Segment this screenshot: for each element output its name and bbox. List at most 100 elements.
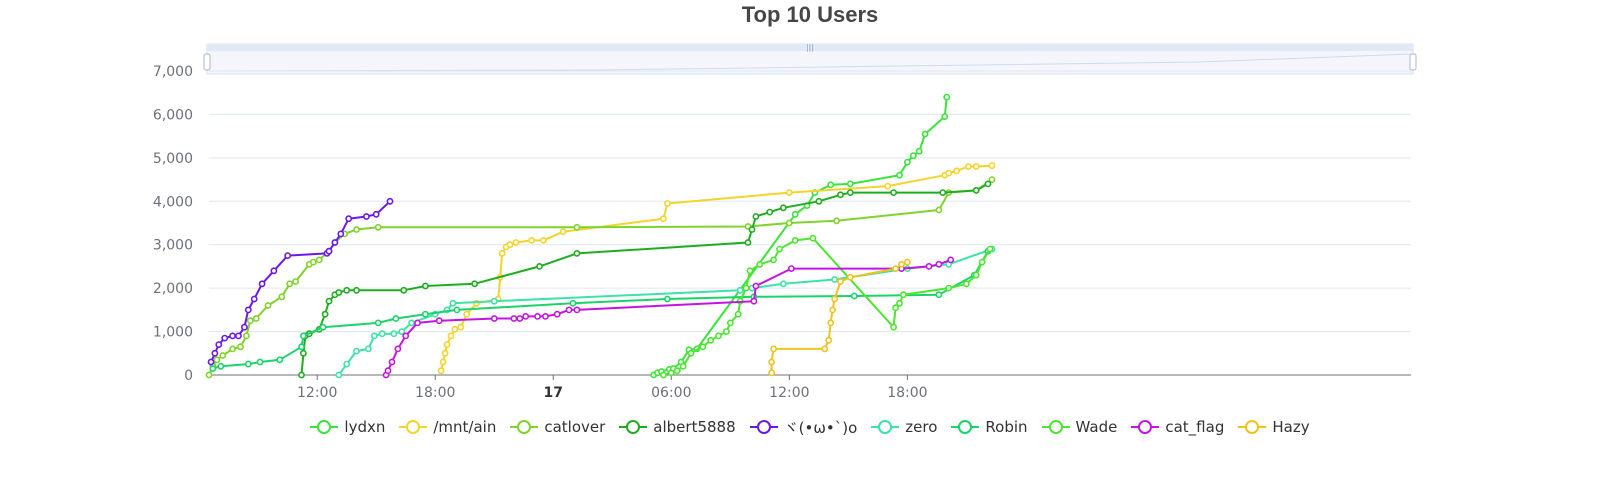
data-point[interactable]	[439, 358, 447, 366]
data-point[interactable]	[829, 306, 836, 314]
data-point[interactable]	[394, 345, 402, 353]
data-point[interactable]	[947, 256, 955, 264]
data-point[interactable]	[715, 332, 722, 340]
data-point[interactable]	[400, 286, 408, 294]
data-point[interactable]	[963, 280, 970, 288]
data-point[interactable]	[528, 236, 535, 244]
data-point[interactable]	[569, 299, 577, 307]
data-point[interactable]	[390, 330, 398, 338]
data-point[interactable]	[217, 362, 225, 370]
data-point[interactable]	[890, 323, 897, 331]
data-point[interactable]	[388, 358, 396, 366]
data-point[interactable]	[573, 306, 581, 314]
data-point[interactable]	[972, 271, 980, 279]
data-point[interactable]	[536, 262, 543, 270]
data-point[interactable]	[978, 258, 986, 266]
data-point[interactable]	[921, 130, 929, 138]
data-point[interactable]	[984, 180, 992, 188]
data-point[interactable]	[252, 315, 260, 322]
series-line[interactable]	[385, 258, 952, 376]
data-point[interactable]	[660, 215, 667, 223]
data-point[interactable]	[219, 352, 227, 359]
data-point[interactable]	[510, 315, 518, 322]
data-point[interactable]	[270, 267, 278, 275]
data-point[interactable]	[915, 147, 923, 155]
legend-item[interactable]: albert5888	[619, 418, 736, 436]
data-point[interactable]	[392, 315, 400, 322]
data-point[interactable]	[935, 291, 943, 299]
data-point[interactable]	[209, 365, 217, 372]
data-point[interactable]	[559, 228, 567, 236]
data-point[interactable]	[664, 200, 671, 207]
data-point[interactable]	[522, 312, 530, 320]
data-point[interactable]	[837, 191, 844, 199]
data-point[interactable]	[736, 286, 744, 294]
data-point[interactable]	[768, 369, 775, 377]
data-point[interactable]	[240, 323, 248, 331]
data-point[interactable]	[278, 293, 286, 301]
data-point[interactable]	[573, 249, 581, 257]
data-point[interactable]	[667, 369, 675, 377]
data-point[interactable]	[898, 260, 905, 268]
data-point[interactable]	[205, 371, 213, 379]
data-point[interactable]	[831, 276, 838, 283]
data-point[interactable]	[421, 310, 429, 318]
data-point[interactable]	[752, 213, 760, 220]
data-point[interactable]	[780, 204, 787, 212]
data-point[interactable]	[451, 325, 459, 333]
data-point[interactable]	[752, 282, 760, 290]
data-point[interactable]	[825, 336, 833, 344]
data-point[interactable]	[331, 239, 339, 246]
data-point[interactable]	[542, 312, 549, 320]
data-point[interactable]	[335, 289, 343, 296]
data-point[interactable]	[787, 265, 795, 272]
data-point[interactable]	[664, 295, 671, 303]
legend-item[interactable]: lydxn	[310, 418, 385, 436]
data-point[interactable]	[463, 310, 471, 318]
data-point[interactable]	[345, 215, 353, 223]
data-point[interactable]	[421, 282, 429, 290]
data-point[interactable]	[707, 336, 715, 344]
legend-item[interactable]: Wade	[1041, 418, 1117, 436]
data-point[interactable]	[292, 278, 299, 285]
datazoom-move-grip[interactable]: |||	[806, 43, 814, 52]
data-point[interactable]	[372, 210, 380, 218]
data-point[interactable]	[687, 349, 695, 357]
data-point[interactable]	[988, 162, 996, 170]
data-point[interactable]	[453, 306, 461, 314]
data-point[interactable]	[258, 280, 266, 288]
data-point[interactable]	[229, 345, 236, 353]
data-point[interactable]	[943, 93, 951, 101]
data-point[interactable]	[972, 163, 980, 170]
data-point[interactable]	[276, 356, 284, 364]
data-point[interactable]	[498, 249, 506, 257]
data-point[interactable]	[750, 297, 758, 305]
data-point[interactable]	[335, 371, 343, 379]
datazoom-handle-right[interactable]	[1409, 53, 1417, 71]
data-point[interactable]	[846, 189, 854, 196]
legend-item[interactable]: Hazy	[1238, 418, 1310, 436]
data-point[interactable]	[286, 280, 294, 288]
data-point[interactable]	[744, 239, 752, 246]
data-point[interactable]	[490, 297, 498, 305]
data-point[interactable]	[770, 345, 777, 353]
data-point[interactable]	[904, 258, 911, 266]
data-point[interactable]	[364, 345, 372, 353]
data-point[interactable]	[553, 310, 561, 318]
data-point[interactable]	[776, 245, 783, 253]
data-point[interactable]	[244, 306, 252, 314]
data-point[interactable]	[211, 349, 219, 357]
data-point[interactable]	[756, 260, 764, 268]
data-point[interactable]	[242, 332, 250, 340]
series-line[interactable]	[208, 178, 993, 376]
data-point[interactable]	[207, 358, 215, 366]
data-point[interactable]	[791, 236, 799, 244]
series-line[interactable]	[663, 237, 991, 376]
data-point[interactable]	[815, 197, 823, 205]
data-point[interactable]	[298, 343, 305, 351]
data-point[interactable]	[256, 358, 264, 366]
data-point[interactable]	[362, 213, 370, 220]
data-point[interactable]	[904, 158, 911, 166]
data-point[interactable]	[449, 299, 457, 307]
data-point[interactable]	[935, 206, 943, 214]
